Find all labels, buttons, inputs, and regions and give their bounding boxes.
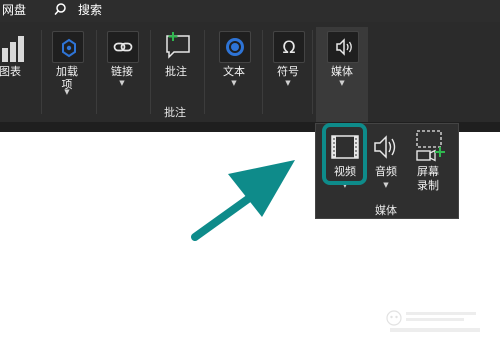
chevron-down-icon: ▼ (231, 79, 237, 87)
chart-button[interactable]: 图表 (0, 28, 30, 96)
chart-icon (0, 32, 26, 66)
screen-recording-label-line1: 屏幕 (417, 165, 439, 178)
link-label: 链接 (111, 65, 133, 78)
separator (96, 30, 97, 114)
svg-text:Ω: Ω (283, 38, 296, 58)
chevron-down-icon: ▼ (383, 181, 389, 189)
screen-recording-icon (411, 129, 447, 169)
symbols-label: 符号 (277, 65, 299, 78)
media-button[interactable]: 媒体 ▼ (322, 28, 362, 96)
add-ins-label-line1: 加载 (56, 65, 78, 78)
chevron-down-icon: ▼ (285, 79, 291, 87)
chevron-down-icon: ▼ (119, 79, 125, 87)
add-ins-button[interactable]: 加载 项 ▼ (47, 28, 87, 96)
text-label: 文本 (223, 65, 245, 78)
video-highlight-box (322, 123, 367, 185)
link-button[interactable]: 链接 ▼ (102, 28, 142, 96)
tab-netdisk[interactable]: 网盘 (2, 3, 26, 17)
link-icon (107, 31, 139, 63)
omega-icon: Ω (273, 31, 305, 63)
watermark-logo (380, 308, 492, 338)
audio-icon (369, 132, 403, 166)
comment-button[interactable]: 批注 (156, 28, 196, 96)
comment-label: 批注 (165, 65, 187, 78)
text-button[interactable]: 文本 ▼ (214, 28, 254, 96)
text-icon (219, 31, 251, 63)
add-ins-icon (52, 31, 84, 63)
symbols-button[interactable]: Ω 符号 ▼ (268, 28, 308, 96)
separator (204, 30, 205, 114)
comments-group-label: 批注 (164, 106, 186, 119)
comment-icon (162, 30, 194, 66)
audio-label: 音频 (375, 165, 397, 178)
separator (41, 30, 42, 114)
tab-search[interactable]: 搜索 (78, 3, 102, 17)
chart-label: 图表 (0, 65, 21, 78)
audio-button[interactable]: 音频 ▼ (365, 129, 407, 199)
chevron-down-icon: ▼ (339, 79, 345, 87)
ribbon-top-bar (0, 0, 500, 22)
separator (312, 30, 313, 114)
search-icon[interactable] (54, 2, 70, 22)
separator (150, 30, 151, 114)
screen-recording-button[interactable]: 屏幕 录制 (407, 129, 449, 199)
speaker-icon (327, 31, 359, 63)
screen-recording-label-line2: 录制 (417, 179, 439, 192)
separator (262, 30, 263, 114)
media-group-label: 媒体 (375, 204, 397, 217)
media-label: 媒体 (331, 65, 353, 78)
chevron-down-icon: ▼ (64, 88, 70, 96)
